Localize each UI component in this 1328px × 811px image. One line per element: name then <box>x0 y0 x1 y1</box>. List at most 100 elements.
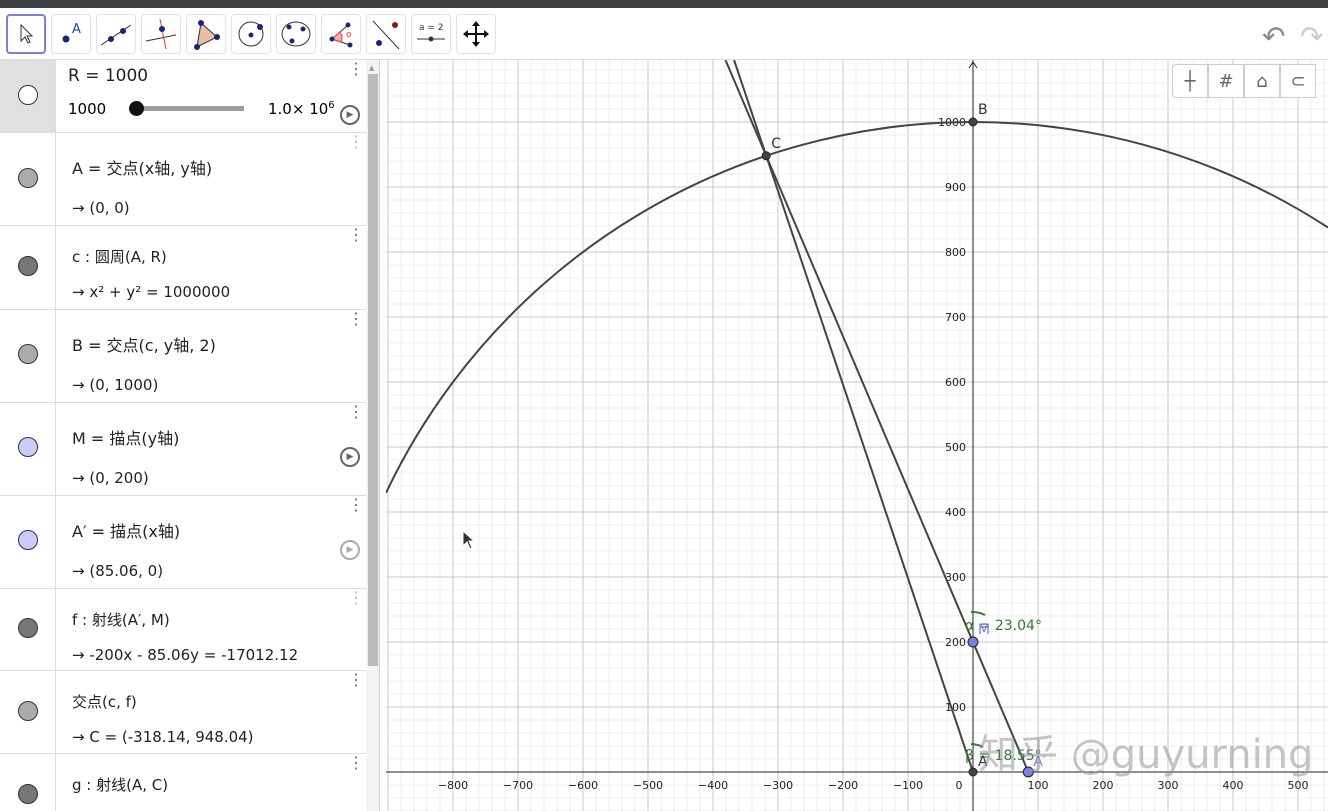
play-button[interactable]: ▶ <box>340 540 360 560</box>
visibility-toggle[interactable] <box>18 437 38 457</box>
x-tick-label: 500 <box>1288 779 1309 792</box>
svg-text:a = 2: a = 2 <box>419 23 444 33</box>
algebra-row-g[interactable]: g : 射线(A, C) ⋮ <box>0 754 366 811</box>
move-tool[interactable] <box>6 14 46 54</box>
slider-track[interactable] <box>136 106 244 111</box>
more-menu-icon[interactable]: ⋮ <box>348 497 364 513</box>
more-menu-icon[interactable]: ⋮ <box>348 134 364 150</box>
definition[interactable]: B = 交点(c, y轴, 2) <box>72 332 216 356</box>
slider-tool[interactable]: a = 2 <box>411 14 451 54</box>
value: → (85.06, 0) <box>72 562 164 580</box>
circle-c <box>386 121 1328 494</box>
point-tool[interactable]: A <box>51 14 91 54</box>
value: → (0, 1000) <box>72 376 159 394</box>
title-bar <box>0 0 1328 8</box>
more-menu-icon[interactable]: ⋮ <box>348 61 364 77</box>
more-menu-icon[interactable]: ⋮ <box>348 227 364 243</box>
point-m[interactable] <box>967 636 979 648</box>
scrollbar-thumb[interactable] <box>368 74 378 666</box>
definition[interactable]: c : 圆周(A, R) <box>72 246 167 267</box>
angle-icon: o <box>329 22 353 48</box>
move-graphics-tool[interactable] <box>456 14 496 54</box>
graphics-view[interactable]: −800 −700 −600 −500 −400 −300 −200 −100 0 100 200 3… <box>386 60 1328 811</box>
value: → (0, 200) <box>72 469 149 487</box>
algebra-row-b[interactable]: B = 交点(c, y轴, 2) → (0, 1000) ⋮ <box>0 310 366 403</box>
algebra-row-f[interactable]: f : 射线(A′, M) → -200x - 85.06y = -17012.… <box>0 589 366 671</box>
x-tick-label: −300 <box>763 779 793 792</box>
definition[interactable]: 交点(c, f) <box>72 691 137 712</box>
definition[interactable]: A′ = 描点(x轴) <box>72 518 180 542</box>
more-menu-icon[interactable]: ⋮ <box>348 755 364 771</box>
algebra-row-a-prime[interactable]: A′ = 描点(x轴) → (85.06, 0) ▶ ⋮ <box>0 496 366 589</box>
slider-handle[interactable] <box>129 101 144 116</box>
algebra-view: R = 1000 1000 1.0× 106 ▶ ⋮ A = 交点(x轴, y轴… <box>0 60 380 811</box>
x-tick-label: 400 <box>1223 779 1244 792</box>
value: → (0, 0) <box>72 199 130 217</box>
ellipse-icon <box>281 21 311 47</box>
value: → -200x - 85.06y = -17012.12 <box>72 646 299 664</box>
algebra-row-a[interactable]: A = 交点(x轴, y轴) → (0, 0) ⋮ <box>0 133 366 226</box>
x-tick-label: −100 <box>893 779 923 792</box>
slider-definition[interactable]: R = 1000 <box>68 66 148 86</box>
mouse-cursor-icon <box>462 529 476 554</box>
visibility-toggle[interactable] <box>18 784 38 804</box>
svg-text:o: o <box>346 30 352 40</box>
more-menu-icon[interactable]: ⋮ <box>348 311 364 327</box>
x-tick-label: −700 <box>503 779 533 792</box>
play-button[interactable]: ▶ <box>340 105 360 125</box>
visibility-toggle[interactable] <box>18 701 38 721</box>
algebra-row-intersect[interactable]: 交点(c, f) → C = (-318.14, 948.04) ⋮ <box>0 671 366 754</box>
value: → C = (-318.14, 948.04) <box>72 728 254 746</box>
reflect-tool[interactable] <box>366 14 406 54</box>
definition[interactable]: M = 描点(y轴) <box>72 425 179 449</box>
angle-alpha-label: α = 23.04° <box>965 618 1042 634</box>
reflect-icon <box>372 20 400 50</box>
angle-tool[interactable]: o <box>321 14 361 54</box>
x-tick-label: −500 <box>633 779 663 792</box>
move-arrows-icon <box>463 21 489 47</box>
point-label: C <box>771 136 781 152</box>
visibility-toggle[interactable] <box>18 530 38 550</box>
more-menu-icon[interactable]: ⋮ <box>348 672 364 688</box>
cursor-arrow-icon <box>20 23 34 44</box>
visibility-toggle[interactable] <box>18 168 38 188</box>
visibility-toggle[interactable] <box>18 256 38 276</box>
slider-min: 1000 <box>68 100 107 118</box>
point-c[interactable] <box>761 151 771 161</box>
point-a[interactable] <box>968 767 978 777</box>
play-button[interactable]: ▶ <box>340 447 360 467</box>
line-icon <box>100 24 132 46</box>
circle-tool[interactable] <box>231 14 271 54</box>
home-view-button[interactable]: ⌂ <box>1244 64 1280 98</box>
toggle-grid-button[interactable]: # <box>1208 64 1244 98</box>
undo-button[interactable]: ↶ <box>1262 20 1285 53</box>
more-menu-icon[interactable]: ⋮ <box>348 404 364 420</box>
point-icon: A <box>62 22 81 43</box>
y-tick-label: 400 <box>945 506 966 519</box>
algebra-row-c[interactable]: c : 圆周(A, R) → x² + y² = 1000000 ⋮ <box>0 226 366 310</box>
redo-button[interactable]: ↷ <box>1300 20 1323 53</box>
definition[interactable]: g : 射线(A, C) <box>72 774 168 795</box>
definition[interactable]: A = 交点(x轴, y轴) <box>72 155 212 179</box>
polygon-tool[interactable] <box>186 14 226 54</box>
more-menu-icon[interactable]: ⋮ <box>348 590 364 606</box>
perpendicular-line-tool[interactable] <box>141 14 181 54</box>
svg-text:A: A <box>72 22 81 37</box>
circle-center-icon <box>238 21 264 47</box>
point-b[interactable] <box>968 117 978 127</box>
algebra-row-m[interactable]: M = 描点(y轴) → (0, 200) ▶ ⋮ <box>0 403 366 496</box>
more-style-button[interactable]: ⊂ <box>1280 64 1316 98</box>
conic-tool[interactable] <box>276 14 316 54</box>
algebra-row-slider-r[interactable]: R = 1000 1000 1.0× 106 ▶ ⋮ <box>0 60 366 133</box>
algebra-scrollbar[interactable]: ▲ <box>366 60 379 811</box>
value: → x² + y² = 1000000 <box>72 283 231 301</box>
visibility-toggle[interactable] <box>18 618 38 638</box>
x-tick-label: 300 <box>1158 779 1179 792</box>
toggle-axes-button[interactable]: ┼ <box>1172 64 1208 98</box>
x-tick-label: 0 <box>956 779 963 792</box>
definition[interactable]: f : 射线(A′, M) <box>72 609 170 630</box>
line-tool[interactable] <box>96 14 136 54</box>
visibility-toggle[interactable] <box>18 85 38 105</box>
graphics-canvas[interactable]: −800 −700 −600 −500 −400 −300 −200 −100 0 100 200 3… <box>386 60 1328 811</box>
visibility-toggle[interactable] <box>18 344 38 364</box>
